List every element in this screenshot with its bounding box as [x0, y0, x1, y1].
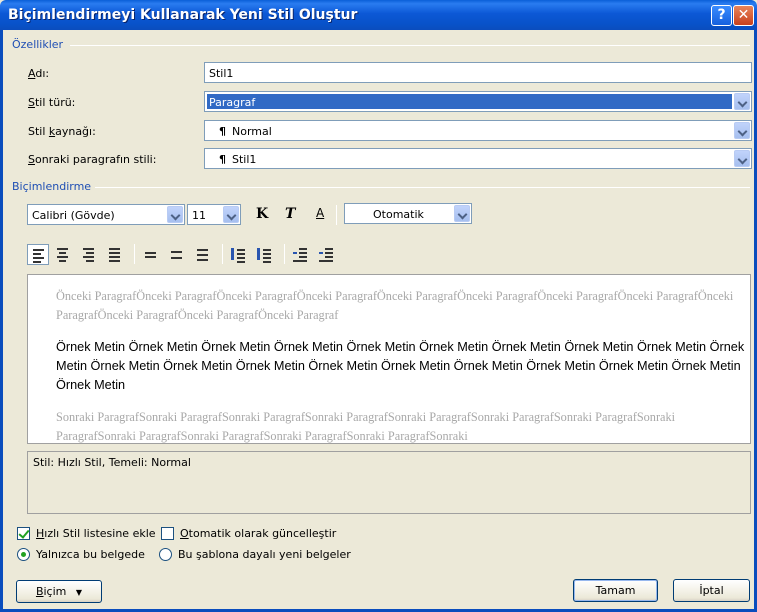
name-label: Adı: — [28, 67, 50, 80]
add-to-quick-styles-label: Hızlı Stil listesine ekle — [36, 527, 156, 540]
style-based-on-label: Stil kaynağı: — [28, 125, 96, 138]
name-input[interactable]: Stil1 — [204, 62, 752, 83]
triangle-down-icon: ▼ — [75, 588, 83, 597]
close-button[interactable]: ✕ — [733, 5, 754, 26]
properties-section-label: Özellikler — [12, 38, 68, 51]
close-icon: ✕ — [737, 7, 750, 23]
style-description: Stil: Hızlı Stil, Temeli: Normal — [27, 451, 751, 514]
only-this-document-label: Yalnızca bu belgede — [36, 548, 145, 561]
style-based-on-select[interactable]: ¶ Normal — [204, 120, 752, 141]
one-half-spacing-button[interactable] — [166, 244, 188, 265]
next-style-select[interactable]: ¶ Stil1 — [204, 148, 752, 169]
only-this-document-radio[interactable] — [17, 548, 30, 561]
question-icon: ? — [717, 7, 726, 23]
preview-sample-text: Örnek Metin Örnek Metin Örnek Metin Örne… — [56, 340, 745, 392]
window-title: Biçimlendirmeyi Kullanarak Yeni Stil Olu… — [8, 7, 358, 23]
add-to-quick-styles-checkbox[interactable] — [17, 527, 30, 540]
chevron-down-icon[interactable] — [734, 122, 750, 139]
single-spacing-button[interactable] — [140, 244, 162, 265]
font-name-select[interactable]: Calibri (Gövde) — [27, 204, 185, 225]
paragraph-icon: ¶ — [219, 125, 226, 138]
title-bar: Biçimlendirmeyi Kullanarak Yeni Stil Olu… — [0, 0, 757, 30]
ok-button[interactable]: Tamam — [573, 579, 658, 602]
toolbar-separator — [336, 205, 337, 225]
cancel-button[interactable]: İptal — [673, 579, 750, 602]
formatting-divider — [92, 187, 750, 188]
template-documents-radio[interactable] — [159, 548, 172, 561]
paragraph-icon: ¶ — [219, 153, 226, 166]
font-size-select[interactable]: 11 — [187, 204, 241, 225]
preview-previous-paragraph: Önceki ParagrafÖnceki ParagrafÖnceki Par… — [56, 289, 734, 322]
formatting-section-label: Biçimlendirme — [12, 180, 96, 193]
space-before-icon[interactable] — [228, 244, 250, 265]
toolbar-separator — [284, 244, 285, 264]
auto-update-checkbox[interactable] — [161, 527, 174, 540]
next-style-label: Sonraki paragrafın stili: — [28, 153, 157, 166]
font-color-select[interactable]: Otomatik — [344, 203, 472, 224]
align-center-button[interactable] — [52, 244, 74, 265]
decrease-indent-icon[interactable] — [290, 244, 312, 265]
auto-update-label: Otomatik olarak güncelleştir — [180, 527, 337, 540]
justify-button[interactable] — [104, 244, 126, 265]
italic-button[interactable]: T — [285, 206, 295, 222]
chevron-down-icon[interactable] — [734, 150, 750, 167]
chevron-down-icon[interactable] — [167, 206, 183, 223]
toolbar-separator — [222, 244, 223, 264]
double-spacing-button[interactable] — [192, 244, 214, 265]
style-type-label: Stil türü: — [28, 96, 76, 109]
chevron-down-icon[interactable] — [734, 93, 750, 110]
template-documents-label: Bu şablona dayalı yeni belgeler — [178, 548, 351, 561]
increase-indent-icon[interactable] — [316, 244, 338, 265]
chevron-down-icon[interactable] — [454, 205, 470, 222]
preview-next-paragraph: Sonraki ParagrafSonraki ParagrafSonraki … — [56, 410, 676, 443]
bold-button[interactable]: K — [256, 206, 268, 222]
space-after-icon[interactable] — [254, 244, 276, 265]
style-type-select[interactable]: Paragraf — [204, 91, 752, 112]
align-right-button[interactable] — [78, 244, 100, 265]
selected-value-highlight: Paragraf — [207, 94, 732, 109]
align-left-button[interactable] — [27, 244, 49, 265]
chevron-down-icon[interactable] — [223, 206, 239, 223]
properties-divider — [70, 45, 750, 46]
underline-button[interactable]: A — [316, 206, 324, 220]
help-button[interactable]: ? — [711, 5, 732, 26]
format-button[interactable]: Biçim ▼ — [16, 580, 102, 603]
style-preview: Önceki ParagrafÖnceki ParagrafÖnceki Par… — [27, 274, 751, 444]
toolbar-separator — [134, 244, 135, 264]
